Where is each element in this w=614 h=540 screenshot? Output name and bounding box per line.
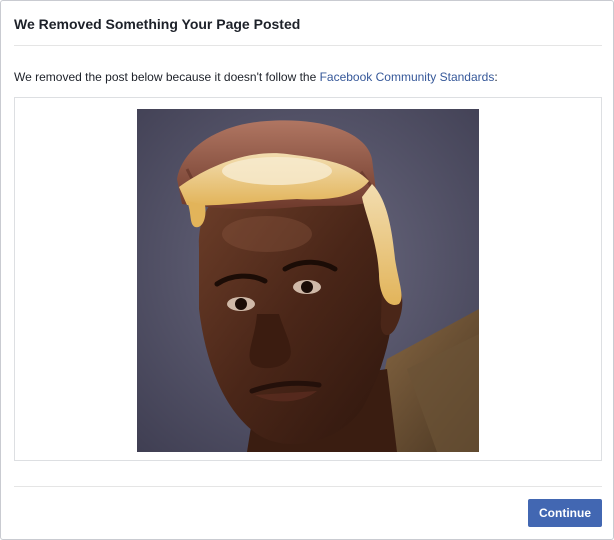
removal-message-text: We removed the post below because it doe… [14,70,320,84]
header-divider [14,45,602,46]
removed-post-frame [14,97,602,461]
post-photo-illustration [137,109,479,452]
removal-notice-dialog: We Removed Something Your Page Posted We… [0,0,614,540]
continue-button[interactable]: Continue [528,499,602,527]
community-standards-link[interactable]: Facebook Community Standards [320,70,495,84]
dialog-title: We Removed Something Your Page Posted [14,16,301,32]
footer-divider [14,486,602,487]
removal-message-suffix: : [494,70,498,84]
removal-message: We removed the post below because it doe… [14,69,498,85]
removed-post-image [137,109,479,452]
